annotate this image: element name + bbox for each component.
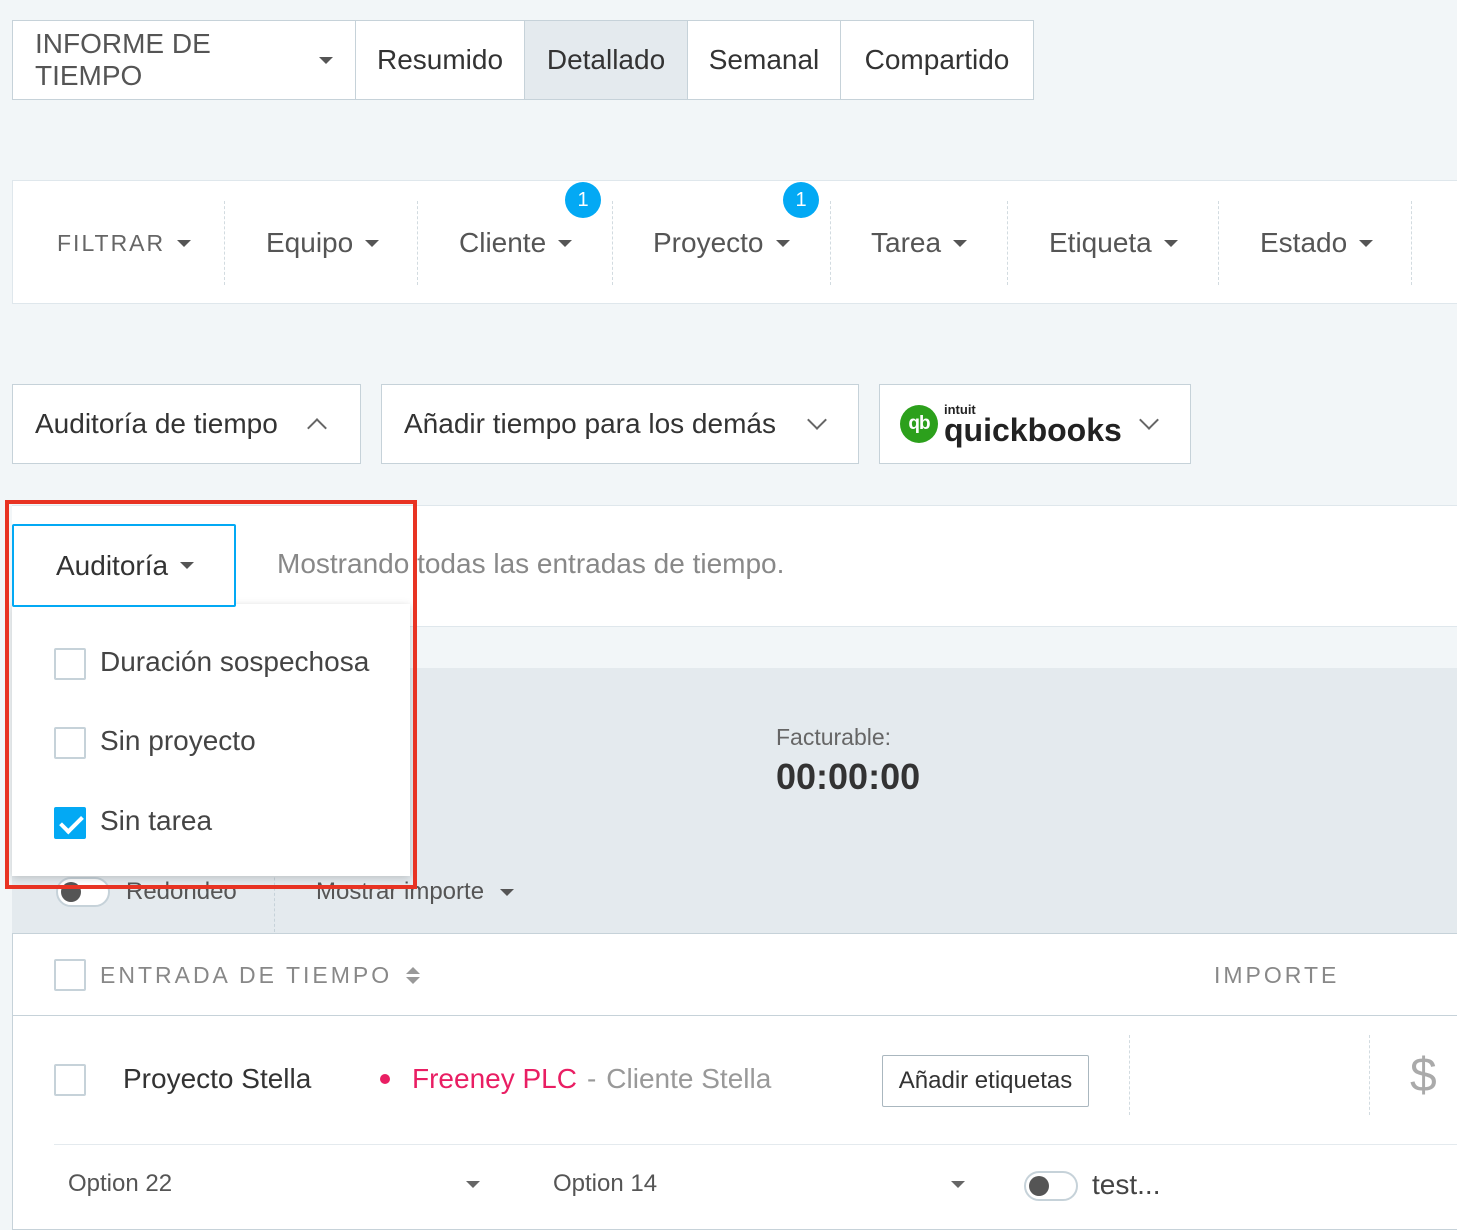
sort-icon	[406, 967, 421, 984]
filter-team[interactable]: Equipo	[266, 201, 380, 285]
divider	[224, 201, 225, 285]
chevron-down-icon	[807, 410, 827, 430]
chevron-down-icon	[1139, 410, 1159, 430]
filter-task[interactable]: Tarea	[871, 201, 968, 285]
custom-field-select-2[interactable]: Option 14	[553, 1170, 965, 1198]
filter-menu[interactable]: FILTRAR	[57, 201, 192, 285]
column-header-time-entry-label: ENTRADA DE TIEMPO	[100, 962, 393, 988]
divider	[830, 201, 831, 285]
divider	[1129, 1035, 1130, 1115]
report-type-label: INFORME DE TIEMPO	[35, 28, 211, 91]
caret-down-icon	[466, 1180, 480, 1188]
highlight-box	[5, 500, 417, 889]
project-name: Freeney PLC	[412, 1063, 577, 1094]
quickbooks-dropdown[interactable]: qb intuit quickbooks	[879, 384, 1191, 464]
filter-tag-label: Etiqueta	[1049, 227, 1152, 258]
custom-field-toggle-label: test...	[1092, 1169, 1161, 1200]
divider	[612, 201, 613, 285]
caret-down-icon	[365, 239, 380, 247]
custom-field-select-1-value: Option 22	[68, 1170, 173, 1197]
divider	[417, 201, 418, 285]
report-tabs: INFORME DE TIEMPO Resumido Detallado Sem…	[12, 20, 1034, 100]
filter-team-label: Equipo	[266, 227, 354, 258]
filter-status[interactable]: Estado	[1260, 201, 1374, 285]
tab-weekly[interactable]: Semanal	[687, 20, 841, 100]
divider	[12, 1015, 1457, 1016]
entry-description[interactable]: Proyecto Stella	[123, 1063, 311, 1095]
billable-dollar-icon[interactable]: $	[1410, 1048, 1437, 1103]
divider	[1218, 201, 1219, 285]
project-separator: -	[586, 1063, 597, 1094]
caret-down-icon	[951, 1180, 965, 1188]
filter-tag[interactable]: Etiqueta	[1049, 201, 1178, 285]
chevron-up-icon	[307, 418, 327, 438]
project-picker[interactable]: Freeney PLC - Cliente Stella	[380, 1063, 771, 1095]
divider	[54, 1144, 1457, 1145]
tab-detailed-label: Detallado	[546, 44, 666, 75]
caret-down-icon	[177, 239, 192, 247]
tab-weekly-label: Semanal	[708, 44, 820, 75]
filter-bar: FILTRAR Equipo Cliente 1 Proyecto 1 Tare…	[12, 180, 1457, 304]
divider	[1411, 201, 1412, 285]
caret-down-icon	[1163, 239, 1178, 247]
filter-label: FILTRAR	[57, 229, 166, 256]
add-time-others-label: Añadir tiempo para los demás	[404, 408, 776, 439]
tab-shared-label: Compartido	[864, 44, 1010, 75]
add-time-others-dropdown[interactable]: Añadir tiempo para los demás	[381, 384, 859, 464]
caret-down-icon	[500, 888, 515, 896]
filter-project-label: Proyecto	[653, 227, 764, 258]
filter-client-label: Cliente	[459, 227, 547, 258]
client-name: Cliente Stella	[606, 1063, 772, 1094]
filter-project[interactable]: Proyecto	[653, 201, 790, 285]
select-all-checkbox[interactable]	[54, 959, 86, 991]
caret-down-icon	[1359, 239, 1374, 247]
time-audit-toggle[interactable]: Auditoría de tiempo	[12, 384, 361, 464]
tab-summary-label: Resumido	[376, 44, 504, 75]
quickbooks-logo: qb intuit quickbooks	[900, 403, 1122, 446]
quickbooks-text: quickbooks	[944, 411, 1122, 448]
caret-down-icon	[775, 239, 790, 247]
column-header-time-entry[interactable]: ENTRADA DE TIEMPO	[100, 962, 421, 989]
filter-client-count-badge: 1	[565, 182, 601, 218]
billable-label: Facturable:	[776, 724, 892, 750]
divider	[1007, 201, 1008, 285]
filter-project-count-badge: 1	[783, 182, 819, 218]
row-checkbox[interactable]	[54, 1064, 86, 1096]
billable-value: 00:00:00	[776, 756, 921, 797]
filter-task-label: Tarea	[871, 227, 942, 258]
caret-down-icon	[953, 239, 968, 247]
divider	[1369, 1035, 1370, 1115]
report-type-dropdown[interactable]: INFORME DE TIEMPO	[12, 20, 356, 100]
custom-field-toggle[interactable]	[1024, 1171, 1078, 1201]
tab-detailed[interactable]: Detallado	[524, 20, 688, 100]
filter-client[interactable]: Cliente	[459, 201, 573, 285]
quickbooks-icon: qb	[900, 405, 938, 443]
quickbooks-wordmark: intuit quickbooks	[944, 403, 1122, 446]
column-header-amount: IMPORTE	[1214, 962, 1340, 988]
tab-shared[interactable]: Compartido	[840, 20, 1034, 100]
caret-down-icon	[558, 239, 573, 247]
add-tags-button[interactable]: Añadir etiquetas	[882, 1055, 1089, 1107]
filter-status-label: Estado	[1260, 227, 1348, 258]
custom-field-select-1[interactable]: Option 22	[68, 1170, 480, 1198]
tab-summary[interactable]: Resumido	[355, 20, 525, 100]
time-audit-label: Auditoría de tiempo	[35, 408, 278, 439]
custom-field-select-2-value: Option 14	[553, 1170, 658, 1197]
project-color-dot	[380, 1074, 390, 1084]
caret-down-icon	[319, 56, 333, 64]
